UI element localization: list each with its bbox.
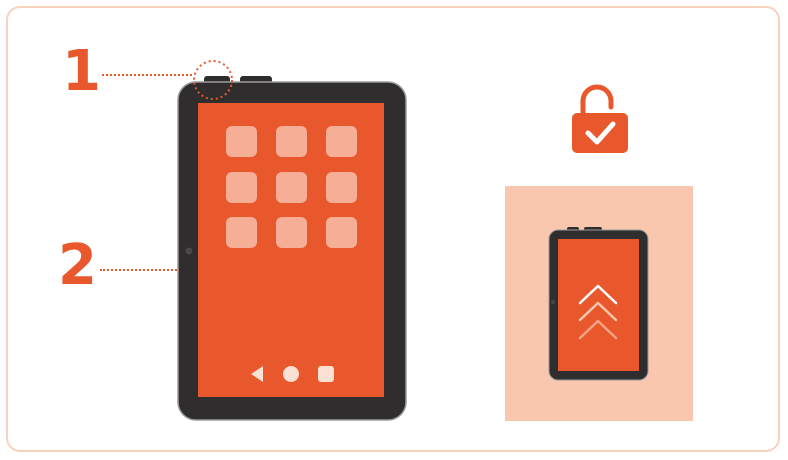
app-icon: [226, 172, 257, 203]
app-icon: [226, 217, 257, 248]
app-icon: [326, 126, 357, 157]
app-icon: [226, 126, 257, 157]
home-nav-icon: [283, 366, 299, 382]
app-grid: [226, 126, 357, 248]
side-camera-dot: [185, 247, 193, 255]
app-icon: [326, 217, 357, 248]
small-tablet-camera-dot: [551, 300, 555, 304]
app-icon: [326, 172, 357, 203]
app-icon: [276, 126, 307, 157]
app-icon: [276, 172, 307, 203]
recents-nav-icon: [318, 366, 334, 382]
unlocked-padlock-check-icon: [572, 84, 628, 153]
app-icon: [276, 217, 307, 248]
tablet-illustration: [177, 60, 693, 421]
